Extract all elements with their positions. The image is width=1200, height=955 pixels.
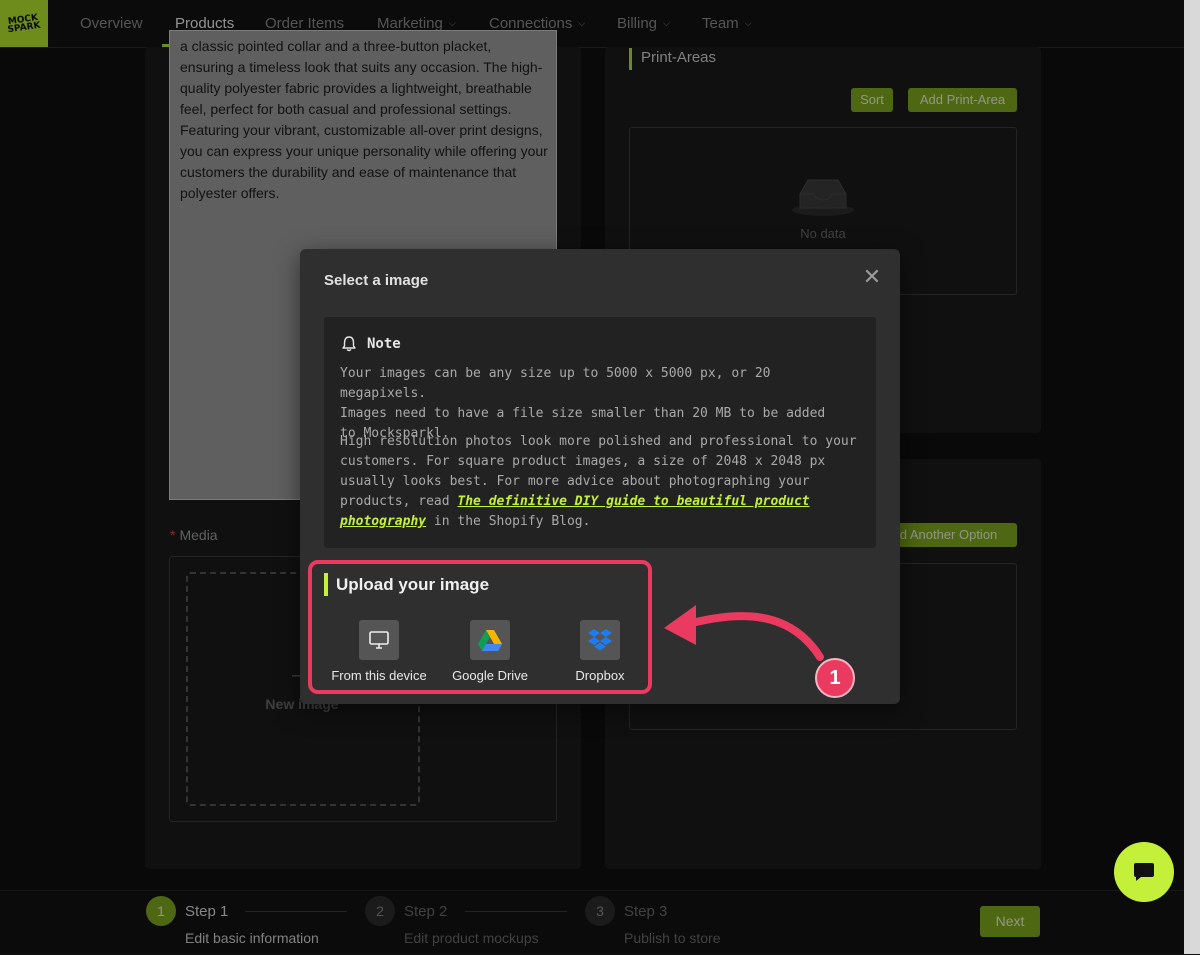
bell-icon [342,336,356,352]
google-drive-icon [470,620,510,660]
annotation-arrow-icon [664,605,824,661]
google-drive-option[interactable]: Google Drive [430,620,550,683]
shopify-guide-link-cont[interactable]: photography [340,514,426,529]
dropbox-option[interactable]: Dropbox [540,620,660,683]
google-drive-label: Google Drive [452,668,528,683]
annotation-badge: 1 [815,658,855,698]
upload-title: Upload your image [336,575,490,594]
chat-button[interactable] [1114,842,1174,902]
chat-bubble-icon [1134,863,1154,881]
close-icon[interactable]: ✕ [862,266,882,288]
note-paragraph-2: High resolution photos look more polishe… [340,434,857,529]
dropbox-icon [580,620,620,660]
section-accent-bar [324,573,328,596]
shopify-guide-link[interactable]: The definitive DIY guide to beautiful pr… [457,494,809,509]
from-device-label: From this device [331,668,427,683]
modal-title: Select a image [324,272,429,289]
from-device-option[interactable]: From this device [319,620,439,683]
page-scrollbar[interactable] [1184,0,1200,954]
monitor-icon [359,620,399,660]
dropbox-label: Dropbox [575,668,625,683]
note-title: Note [367,336,401,352]
